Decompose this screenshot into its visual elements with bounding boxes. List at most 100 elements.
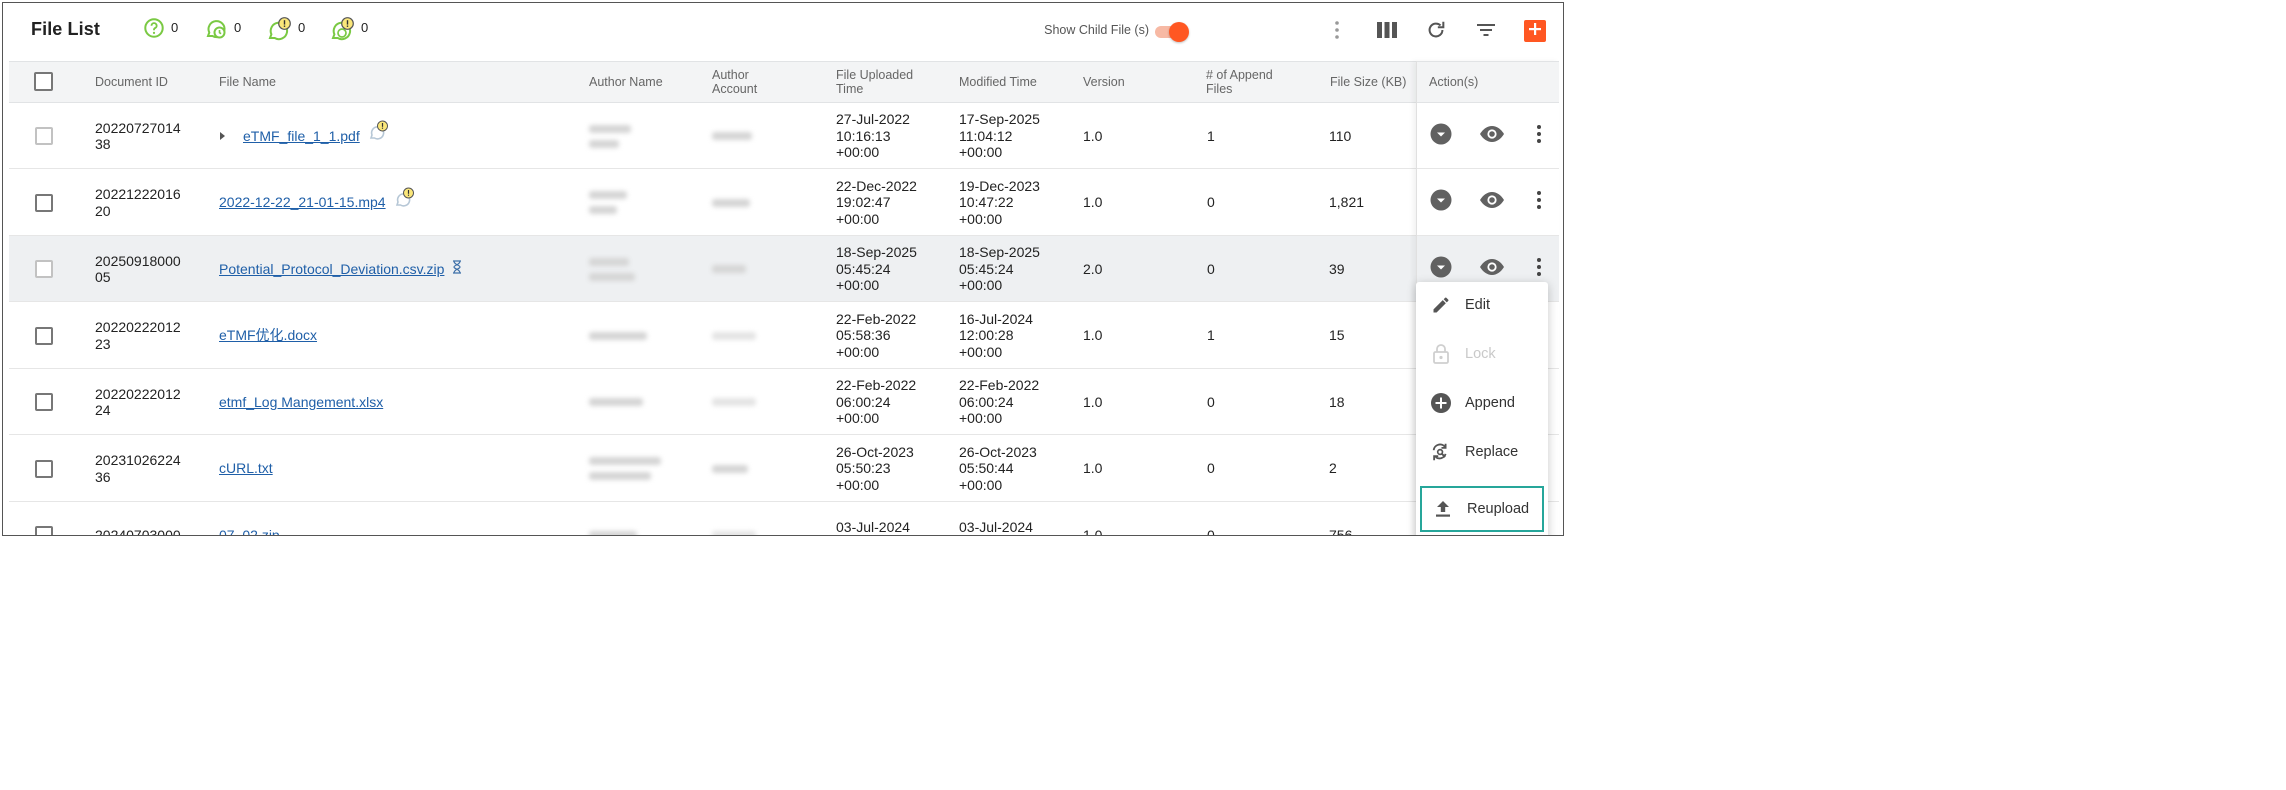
table-row[interactable]: 20220727014 38 eTMF_file_1_1.pdf 27-Jul-202… <box>9 103 1559 169</box>
file-name-link[interactable]: eTMF优化.docx <box>219 327 317 344</box>
col-author-account[interactable]: Author Account <box>712 62 782 102</box>
file-name-link[interactable]: 07_02.zip <box>219 527 280 535</box>
table-header: Document ID File Name Author Name Author… <box>9 61 1559 103</box>
col-file-name[interactable]: File Name <box>219 62 339 102</box>
col-document-id[interactable]: Document ID <box>95 62 195 102</box>
uploaded-clock: 19:02:47 <box>836 194 891 211</box>
modified-time-cell: 03-Jul-202410:19:40 <box>959 502 1069 535</box>
row-checkbox[interactable] <box>35 393 53 411</box>
uploaded-date: 18-Sep-2025 <box>836 244 917 261</box>
document-id-part: 24 <box>95 402 111 418</box>
uploaded-tz: +00:00 <box>836 476 880 493</box>
document-id-part: 20220727014 <box>95 119 181 136</box>
modified-time-cell: 22-Feb-2022 06:00:24 +00:00 <box>959 369 1069 435</box>
file-size-cell: 756 <box>1329 526 1353 536</box>
lock-icon <box>1429 342 1453 366</box>
uploaded-date: 22-Feb-2022 <box>836 310 917 327</box>
file-name-link[interactable]: cURL.txt <box>219 460 273 477</box>
row-action-menu: Edit Lock Append Replace Reupload <box>1416 282 1548 535</box>
file-size-cell: 15 <box>1329 327 1345 344</box>
table-row[interactable]: 20220222012 24 etmf_Log Mangement.xlsx 22-F… <box>9 369 1559 435</box>
author-name-cell <box>589 369 699 435</box>
stat-warning-pending[interactable]: 0 <box>329 17 368 43</box>
plus-circle-icon <box>1429 391 1453 415</box>
uploaded-time-cell: 22-Feb-2022 06:00:24 +00:00 <box>836 369 946 435</box>
author-account-cell <box>712 303 792 369</box>
version-cell: 1.0 <box>1083 393 1103 410</box>
help-circle-icon <box>143 17 165 44</box>
refresh-icon <box>1425 19 1447 46</box>
show-child-toggle[interactable] <box>1153 22 1191 42</box>
comment-warning-icon[interactable] <box>394 187 416 211</box>
col-uploaded-time[interactable]: File Uploaded Time <box>836 62 926 102</box>
row-checkbox[interactable] <box>35 260 53 278</box>
document-id-part: 20221222016 <box>95 186 181 202</box>
row-checkbox[interactable] <box>35 526 53 535</box>
row-checkbox[interactable] <box>35 326 53 345</box>
more-options-button[interactable] <box>1323 18 1351 46</box>
col-author-name[interactable]: Author Name <box>589 62 699 102</box>
add-file-button[interactable] <box>1524 20 1546 42</box>
plus-icon <box>1528 22 1542 41</box>
version-cell: 2.0 <box>1083 260 1103 277</box>
modified-clock: 05:45:24 <box>959 260 1014 277</box>
file-name-link[interactable]: eTMF_file_1_1.pdf <box>241 128 360 145</box>
menu-item-label: Replace <box>1465 444 1519 460</box>
table-row[interactable]: 20220222012 23 eTMF优化.docx 22-Feb-2022 05:58… <box>9 302 1559 369</box>
menu-item-edit[interactable]: Edit <box>1416 282 1548 328</box>
menu-item-label: Reupload <box>1467 501 1530 517</box>
uploaded-date: 27-Jul-2022 <box>836 111 910 128</box>
document-id-part: 05 <box>95 269 111 285</box>
uploaded-date: 22-Dec-2022 <box>836 177 917 194</box>
uploaded-clock: 05:45:24 <box>836 260 891 277</box>
file-list-panel: File List 0 0 0 0 Show Child File (s) Do… <box>2 2 1564 536</box>
file-name-cell: etmf_Log Mangement.xlsx <box>219 369 579 435</box>
uploaded-date: 22-Feb-2022 <box>836 377 917 394</box>
chat-warning-clock-icon <box>329 17 355 46</box>
file-name-link[interactable]: Potential_Protocol_Deviation.csv.zip <box>219 261 444 278</box>
append-files-cell: 0 <box>1207 393 1215 410</box>
modified-tz: +00:00 <box>959 210 1003 227</box>
uploaded-time-cell: 18-Sep-2025 05:45:24 +00:00 <box>836 236 946 302</box>
menu-item-replace[interactable]: Replace <box>1416 429 1548 475</box>
table-row[interactable]: 20221222016 20 2022-12-22_21-01-15.mp4 22-D… <box>9 169 1559 236</box>
col-version[interactable]: Version <box>1083 62 1163 102</box>
page-title: File List <box>31 19 100 39</box>
chat-warning-icon <box>266 17 292 46</box>
select-all-checkbox[interactable] <box>34 72 53 91</box>
uploaded-time-cell: 03-Jul-202410:19:40 <box>836 502 946 535</box>
stat-unanswered[interactable]: 0 <box>143 17 178 43</box>
col-file-size[interactable]: File Size (KB) <box>1330 62 1420 102</box>
file-size-cell: 39 <box>1329 260 1345 277</box>
refresh-button[interactable] <box>1422 18 1450 46</box>
stat-pending[interactable]: 0 <box>204 17 241 43</box>
uploaded-time-cell: 26-Oct-2023 05:50:23 +00:00 <box>836 436 946 502</box>
row-checkbox[interactable] <box>35 127 53 145</box>
comment-warning-icon[interactable] <box>368 120 390 144</box>
append-files-cell: 1 <box>1207 127 1215 144</box>
menu-item-append[interactable]: Append <box>1416 380 1548 426</box>
table-row[interactable]: 20231026224 36 cURL.txt 26-Oct-2023 05:50:23… <box>9 435 1559 502</box>
document-id-part: 20220222012 <box>95 385 181 402</box>
columns-button[interactable] <box>1373 18 1401 46</box>
file-name-link[interactable]: etmf_Log Mangement.xlsx <box>219 394 383 411</box>
modified-date: 03-Jul-2024 <box>959 518 1033 535</box>
document-id-part: 20220222012 <box>95 319 181 335</box>
file-size-cell: 18 <box>1329 393 1345 410</box>
col-modified-time[interactable]: Modified Time <box>959 62 1039 102</box>
filter-button[interactable] <box>1472 18 1500 46</box>
row-checkbox[interactable] <box>35 459 53 478</box>
stat-warning[interactable]: 0 <box>266 17 305 43</box>
table-row[interactable]: 20250918000 05 Potential_Protocol_Deviatio… <box>9 236 1559 302</box>
file-name-link[interactable]: 2022-12-22_21-01-15.mp4 <box>219 194 386 211</box>
modified-tz: +00:00 <box>959 476 1003 493</box>
version-cell: 1.0 <box>1083 460 1103 477</box>
expand-caret-icon[interactable] <box>219 128 227 145</box>
author-name-cell <box>589 170 699 236</box>
col-append-files[interactable]: # of Append Files <box>1206 62 1301 102</box>
table-row[interactable]: 2024070300007_02.zip03-Jul-202410:19:400… <box>9 502 1559 536</box>
menu-item-reupload[interactable]: Reupload <box>1420 486 1544 532</box>
file-size-cell: 110 <box>1329 127 1352 144</box>
row-checkbox[interactable] <box>35 193 53 212</box>
toolbar: File List 0 0 0 0 Show Child File (s) <box>3 3 1563 61</box>
